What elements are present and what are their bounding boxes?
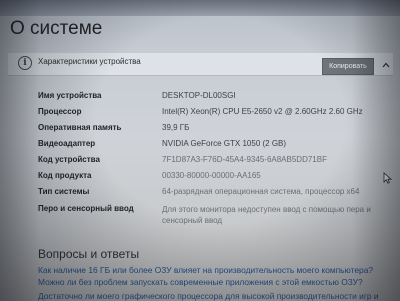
spec-label-device-name: Имя устройства	[38, 91, 102, 100]
spec-value-processor: Intel(R) Xeon(R) CPU E5-2650 v2 @ 2.60GH…	[162, 107, 363, 116]
info-icon: i	[18, 56, 32, 70]
faq-link[interactable]: Как наличие 16 ГБ или более ОЗУ влияет н…	[38, 265, 373, 275]
copy-button[interactable]: Копировать	[322, 58, 374, 75]
settings-window: О системе i Характеристики устройства Ко…	[0, 0, 400, 301]
spec-value-ram: 39,9 ГБ	[162, 123, 190, 132]
window-top-strip	[0, 0, 400, 16]
mouse-cursor-icon	[383, 172, 392, 184]
faq-link[interactable]: Можно ли без проблем запускать современн…	[38, 277, 363, 287]
spec-label-pen-touch: Перо и сенсорный ввод	[38, 204, 134, 213]
chevron-up-icon[interactable]	[382, 61, 390, 69]
spec-label-system-type: Тип системы	[38, 187, 90, 196]
spec-value-product-id: 00330-80000-00000-AA165	[162, 171, 261, 180]
spec-label-video-adapter: Видеоадаптер	[38, 139, 96, 148]
faq-link[interactable]: Достаточно ли моего графического процесс…	[38, 291, 379, 301]
spec-value-device-name: DESKTOP-DL00SGI	[162, 91, 236, 100]
spec-label-processor: Процессор	[38, 107, 82, 116]
spec-label-ram: Оперативная память	[38, 123, 122, 132]
spec-label-product-id: Код продукта	[38, 171, 92, 180]
spec-value-video-adapter: NVIDIA GeForce GTX 1050 (2 GB)	[162, 139, 287, 148]
spec-value-system-type: 64-разрядная операционная система, проце…	[162, 187, 360, 196]
spec-label-device-id: Код устройства	[38, 155, 100, 164]
page-title: О системе	[10, 18, 103, 39]
faq-title: Вопросы и ответы	[38, 247, 140, 261]
device-specs-title: Характеристики устройства	[38, 57, 141, 66]
spec-value-device-id: 7F1D87A3-F76D-45A4-9345-6A8AB5DD71BF	[162, 155, 327, 164]
spec-value-pen-touch: Для этого монитора недоступен ввод с пом…	[162, 205, 371, 225]
